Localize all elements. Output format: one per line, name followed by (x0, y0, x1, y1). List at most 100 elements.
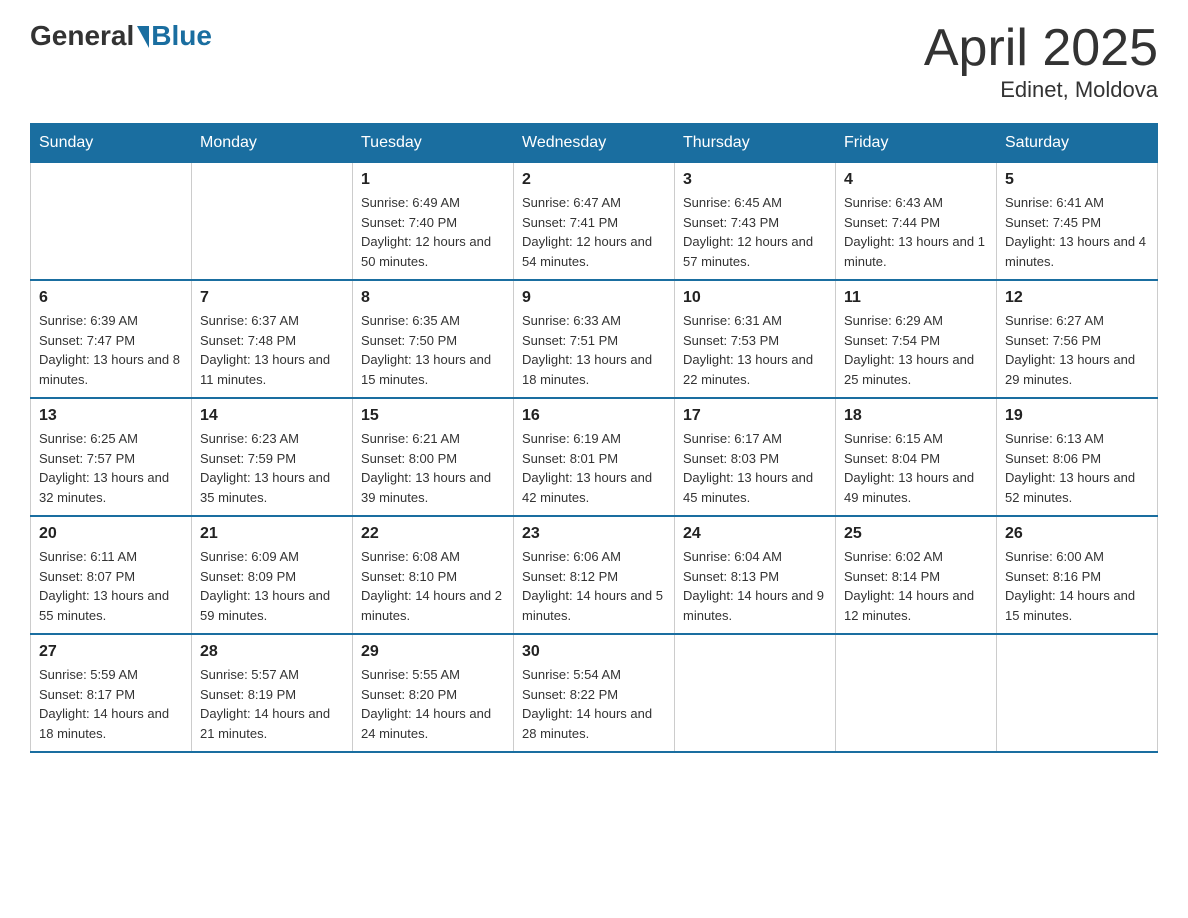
day-number: 25 (844, 525, 988, 543)
logo-general-text: General (30, 20, 134, 52)
page-title: April 2025 (924, 20, 1158, 77)
calendar-day-cell: 9 Sunrise: 6:33 AMSunset: 7:51 PMDaylight… (514, 280, 675, 398)
day-info: Sunrise: 6:33 AMSunset: 7:51 PMDaylight:… (522, 311, 666, 389)
day-info: Sunrise: 6:43 AMSunset: 7:44 PMDaylight:… (844, 193, 988, 271)
day-number: 23 (522, 525, 666, 543)
day-info: Sunrise: 6:13 AMSunset: 8:06 PMDaylight:… (1005, 429, 1149, 507)
day-number: 1 (361, 171, 505, 189)
calendar-day-cell: 15 Sunrise: 6:21 AMSunset: 8:00 PMDayligh… (353, 398, 514, 516)
day-info: Sunrise: 6:21 AMSunset: 8:00 PMDaylight:… (361, 429, 505, 507)
day-info: Sunrise: 6:47 AMSunset: 7:41 PMDaylight:… (522, 193, 666, 271)
weekday-header: Saturday (997, 124, 1158, 163)
calendar-day-cell (192, 163, 353, 281)
day-number: 21 (200, 525, 344, 543)
logo-blue-text: Blue (151, 20, 212, 52)
calendar-day-cell: 8 Sunrise: 6:35 AMSunset: 7:50 PMDaylight… (353, 280, 514, 398)
day-number: 8 (361, 289, 505, 307)
calendar-day-cell: 1 Sunrise: 6:49 AMSunset: 7:40 PMDaylight… (353, 163, 514, 281)
day-number: 15 (361, 407, 505, 425)
day-info: Sunrise: 5:55 AMSunset: 8:20 PMDaylight:… (361, 665, 505, 743)
day-info: Sunrise: 6:15 AMSunset: 8:04 PMDaylight:… (844, 429, 988, 507)
day-info: Sunrise: 6:31 AMSunset: 7:53 PMDaylight:… (683, 311, 827, 389)
day-number: 10 (683, 289, 827, 307)
calendar-day-cell: 24 Sunrise: 6:04 AMSunset: 8:13 PMDayligh… (675, 516, 836, 634)
page-subtitle: Edinet, Moldova (924, 77, 1158, 103)
calendar-day-cell: 21 Sunrise: 6:09 AMSunset: 8:09 PMDayligh… (192, 516, 353, 634)
calendar-day-cell: 22Sunrise: 6:08 AMSunset: 8:10 PMDayligh… (353, 516, 514, 634)
day-number: 30 (522, 643, 666, 661)
day-number: 3 (683, 171, 827, 189)
weekday-header: Sunday (31, 124, 192, 163)
calendar-day-cell: 14 Sunrise: 6:23 AMSunset: 7:59 PMDayligh… (192, 398, 353, 516)
logo-triangle-icon (137, 26, 149, 48)
day-number: 14 (200, 407, 344, 425)
calendar-day-cell: 2Sunrise: 6:47 AMSunset: 7:41 PMDaylight… (514, 163, 675, 281)
calendar-header-row: SundayMondayTuesdayWednesdayThursdayFrid… (31, 124, 1158, 163)
weekday-header: Monday (192, 124, 353, 163)
day-info: Sunrise: 6:17 AMSunset: 8:03 PMDaylight:… (683, 429, 827, 507)
calendar-day-cell (836, 634, 997, 752)
calendar-day-cell (31, 163, 192, 281)
logo: General Blue (30, 20, 212, 52)
calendar-day-cell: 27Sunrise: 5:59 AMSunset: 8:17 PMDayligh… (31, 634, 192, 752)
calendar-week-row: 27Sunrise: 5:59 AMSunset: 8:17 PMDayligh… (31, 634, 1158, 752)
day-number: 13 (39, 407, 183, 425)
day-number: 27 (39, 643, 183, 661)
day-number: 6 (39, 289, 183, 307)
day-number: 24 (683, 525, 827, 543)
calendar-day-cell: 3 Sunrise: 6:45 AMSunset: 7:43 PMDaylight… (675, 163, 836, 281)
day-info: Sunrise: 6:27 AMSunset: 7:56 PMDaylight:… (1005, 311, 1149, 389)
day-number: 18 (844, 407, 988, 425)
calendar-day-cell: 28Sunrise: 5:57 AMSunset: 8:19 PMDayligh… (192, 634, 353, 752)
day-number: 29 (361, 643, 505, 661)
calendar-day-cell: 25 Sunrise: 6:02 AMSunset: 8:14 PMDayligh… (836, 516, 997, 634)
calendar-week-row: 1 Sunrise: 6:49 AMSunset: 7:40 PMDaylight… (31, 163, 1158, 281)
page-header: General Blue April 2025 Edinet, Moldova (30, 20, 1158, 103)
day-info: Sunrise: 6:00 AMSunset: 8:16 PMDaylight:… (1005, 547, 1149, 625)
day-info: Sunrise: 6:49 AMSunset: 7:40 PMDaylight:… (361, 193, 505, 271)
day-info: Sunrise: 6:06 AMSunset: 8:12 PMDaylight:… (522, 547, 666, 625)
day-number: 11 (844, 289, 988, 307)
weekday-header: Friday (836, 124, 997, 163)
calendar-table: SundayMondayTuesdayWednesdayThursdayFrid… (30, 123, 1158, 753)
day-number: 19 (1005, 407, 1149, 425)
day-number: 7 (200, 289, 344, 307)
day-number: 4 (844, 171, 988, 189)
calendar-day-cell: 17 Sunrise: 6:17 AMSunset: 8:03 PMDayligh… (675, 398, 836, 516)
calendar-week-row: 20 Sunrise: 6:11 AMSunset: 8:07 PMDayligh… (31, 516, 1158, 634)
day-info: Sunrise: 5:54 AMSunset: 8:22 PMDaylight:… (522, 665, 666, 743)
calendar-day-cell: 30 Sunrise: 5:54 AMSunset: 8:22 PMDayligh… (514, 634, 675, 752)
day-number: 17 (683, 407, 827, 425)
day-number: 20 (39, 525, 183, 543)
day-info: Sunrise: 6:02 AMSunset: 8:14 PMDaylight:… (844, 547, 988, 625)
day-info: Sunrise: 6:09 AMSunset: 8:09 PMDaylight:… (200, 547, 344, 625)
day-info: Sunrise: 6:45 AMSunset: 7:43 PMDaylight:… (683, 193, 827, 271)
calendar-day-cell: 19 Sunrise: 6:13 AMSunset: 8:06 PMDayligh… (997, 398, 1158, 516)
calendar-day-cell: 23 Sunrise: 6:06 AMSunset: 8:12 PMDayligh… (514, 516, 675, 634)
calendar-day-cell: 13Sunrise: 6:25 AMSunset: 7:57 PMDayligh… (31, 398, 192, 516)
day-info: Sunrise: 6:11 AMSunset: 8:07 PMDaylight:… (39, 547, 183, 625)
day-info: Sunrise: 6:29 AMSunset: 7:54 PMDaylight:… (844, 311, 988, 389)
calendar-day-cell: 4 Sunrise: 6:43 AMSunset: 7:44 PMDaylight… (836, 163, 997, 281)
calendar-day-cell: 29 Sunrise: 5:55 AMSunset: 8:20 PMDayligh… (353, 634, 514, 752)
day-number: 12 (1005, 289, 1149, 307)
weekday-header: Wednesday (514, 124, 675, 163)
calendar-day-cell: 11 Sunrise: 6:29 AMSunset: 7:54 PMDayligh… (836, 280, 997, 398)
calendar-day-cell: 10 Sunrise: 6:31 AMSunset: 7:53 PMDayligh… (675, 280, 836, 398)
title-block: April 2025 Edinet, Moldova (924, 20, 1158, 103)
day-number: 28 (200, 643, 344, 661)
day-info: Sunrise: 6:19 AMSunset: 8:01 PMDaylight:… (522, 429, 666, 507)
weekday-header: Tuesday (353, 124, 514, 163)
day-info: Sunrise: 6:08 AMSunset: 8:10 PMDaylight:… (361, 547, 505, 625)
day-info: Sunrise: 6:23 AMSunset: 7:59 PMDaylight:… (200, 429, 344, 507)
calendar-day-cell: 7Sunrise: 6:37 AMSunset: 7:48 PMDaylight… (192, 280, 353, 398)
calendar-day-cell: 5Sunrise: 6:41 AMSunset: 7:45 PMDaylight… (997, 163, 1158, 281)
calendar-day-cell: 6Sunrise: 6:39 AMSunset: 7:47 PMDaylight… (31, 280, 192, 398)
calendar-week-row: 6Sunrise: 6:39 AMSunset: 7:47 PMDaylight… (31, 280, 1158, 398)
day-number: 5 (1005, 171, 1149, 189)
day-number: 9 (522, 289, 666, 307)
calendar-day-cell: 18 Sunrise: 6:15 AMSunset: 8:04 PMDayligh… (836, 398, 997, 516)
day-info: Sunrise: 6:35 AMSunset: 7:50 PMDaylight:… (361, 311, 505, 389)
day-info: Sunrise: 6:04 AMSunset: 8:13 PMDaylight:… (683, 547, 827, 625)
weekday-header: Thursday (675, 124, 836, 163)
